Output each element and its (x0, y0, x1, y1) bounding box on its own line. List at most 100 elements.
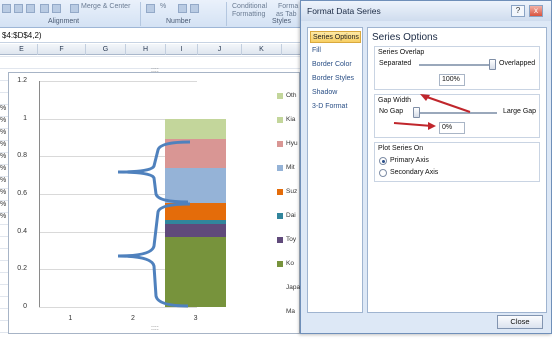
currency-icon[interactable] (146, 4, 155, 13)
indent-icon[interactable] (52, 4, 61, 13)
secondary-axis-label[interactable]: Secondary Axis (390, 169, 438, 176)
conditional-formatting-button-line2[interactable]: Formatting (232, 11, 265, 23)
ribbon-separator (140, 2, 141, 26)
row-edge-label: % (0, 117, 7, 124)
bar-segment[interactable] (165, 167, 226, 204)
series-options-panel: Series Options Series Overlap Separated … (367, 27, 547, 313)
gap-value-field[interactable]: 0% (439, 122, 465, 134)
y-tick-label: 0.2 (17, 265, 27, 273)
gap-width-group: Gap Width No Gap Large Gap 0% (374, 94, 540, 138)
row-edge-label: % (0, 189, 7, 196)
row-edge-label: % (0, 213, 7, 220)
plot-series-on-group: Plot Series On Primary Axis Secondary Ax… (374, 142, 540, 182)
x-tick-label: 1 (68, 315, 73, 322)
y-tick-label: 0.6 (17, 190, 27, 197)
decimal-icon[interactable] (190, 4, 199, 13)
legend-label: Ma (286, 308, 296, 315)
gridline (39, 81, 197, 82)
align-icon[interactable] (14, 4, 23, 13)
indent-icon[interactable] (40, 4, 49, 13)
column-header[interactable]: E (6, 44, 38, 55)
y-tick-label: 1 (23, 114, 27, 122)
gap-slider-track[interactable] (413, 112, 497, 114)
chart-area[interactable]: :::: :::: 1.2 1 0.8 0.6 0.4 0.2 0 1 2 3 Oth Kia Hyu M… (8, 67, 301, 335)
nav-shadow[interactable]: Shadow (310, 87, 361, 99)
row-edge-label: % (0, 177, 7, 184)
bar-segment[interactable] (165, 203, 226, 221)
overlap-slider-track[interactable] (419, 64, 493, 66)
help-button[interactable]: ? (511, 5, 525, 17)
nav-3d-format[interactable]: 3-D Format (310, 101, 361, 113)
alignment-group-label: Alignment (48, 18, 80, 25)
dialog-nav: Series Options Fill Border Color Border … (307, 27, 363, 313)
align-icon[interactable] (26, 4, 35, 13)
y-axis-line (39, 81, 40, 307)
row-edge-label: % (0, 105, 7, 112)
dialog-titlebar[interactable]: Format Data Series ? x (301, 1, 551, 21)
gap-left-label: No Gap (379, 108, 404, 115)
overlap-group: Series Overlap Separated Overlapped 100% (374, 46, 540, 90)
bar-segment[interactable] (165, 139, 226, 168)
column-header[interactable]: F (38, 44, 86, 55)
ribbon-separator (226, 2, 227, 26)
row-edge-label: % (0, 153, 7, 160)
panel-title: Series Options (372, 32, 438, 43)
legend-swatch (277, 141, 283, 147)
plot-series-on-label: Plot Series On (378, 145, 424, 152)
legend-label: Oth (286, 92, 297, 99)
y-tick-label: 0.8 (17, 152, 27, 160)
legend-label: Hyu (286, 140, 298, 147)
dialog-close-x-button[interactable]: x (529, 5, 543, 17)
close-button[interactable]: Close (497, 315, 543, 329)
gap-slider-thumb[interactable] (413, 107, 420, 118)
secondary-axis-radio[interactable] (379, 169, 387, 177)
format-data-series-dialog: Format Data Series ? x Series Options Fi… (300, 0, 552, 334)
legend-label: Toy (286, 236, 297, 243)
column-header[interactable]: K (242, 44, 282, 55)
overlap-slider-thumb[interactable] (489, 59, 496, 70)
nav-series-options[interactable]: Series Options (310, 31, 361, 43)
y-tick-label: 1.2 (17, 77, 27, 84)
decimal-icon[interactable] (178, 4, 187, 13)
bar-segment[interactable] (165, 224, 226, 238)
bar-segment[interactable] (165, 220, 226, 225)
primary-axis-label[interactable]: Primary Axis (390, 157, 429, 164)
overlap-value-field[interactable]: 100% (439, 74, 465, 86)
primary-axis-radio[interactable] (379, 157, 387, 165)
row-edge-label: % (0, 201, 7, 208)
nav-fill[interactable]: Fill (310, 45, 361, 57)
legend-swatch (277, 285, 283, 291)
nav-border-color[interactable]: Border Color (310, 59, 361, 71)
bar-segment[interactable] (165, 237, 226, 307)
legend-label: Kia (286, 116, 296, 123)
merge-icon[interactable] (70, 4, 79, 13)
overlap-label: Series Overlap (378, 49, 425, 56)
legend-label: Mit (286, 164, 295, 171)
align-icon[interactable] (2, 4, 11, 13)
overlap-right-label: Overlapped (499, 60, 536, 67)
column-header[interactable]: H (126, 44, 166, 55)
merge-center-button[interactable]: Merge & Center (81, 3, 130, 15)
gap-right-label: Large Gap (503, 108, 537, 115)
legend-swatch (277, 261, 283, 267)
legend-label: Japa (286, 284, 301, 291)
row-edge-label: % (0, 129, 7, 136)
legend-label: Dai (286, 212, 296, 219)
y-tick-label: 0 (23, 303, 27, 310)
column-header[interactable]: J (198, 44, 242, 55)
column-header[interactable]: I (166, 44, 198, 55)
overlap-left-label: Separated (379, 60, 412, 67)
legend-swatch (277, 93, 283, 99)
percent-button[interactable]: % (160, 3, 166, 15)
bar-segment[interactable] (165, 118, 226, 140)
plot-area[interactable]: 1.2 1 0.8 0.6 0.4 0.2 0 1 2 3 Oth Kia Hyu Mit Suz Dai To… (9, 73, 301, 335)
legend-swatch (277, 165, 283, 171)
legend-swatch (277, 237, 283, 243)
row-edge-label: % (0, 141, 7, 148)
nav-border-styles[interactable]: Border Styles (310, 73, 361, 85)
column-header[interactable]: G (86, 44, 126, 55)
legend-swatch (277, 189, 283, 195)
legend-swatch (277, 117, 283, 123)
gap-width-label: Gap Width (378, 97, 412, 104)
x-tick-label: 2 (131, 315, 135, 322)
